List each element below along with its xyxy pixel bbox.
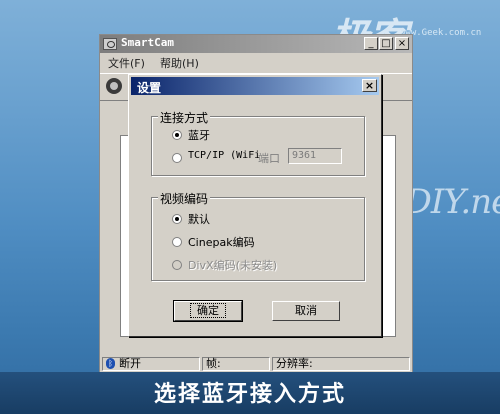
ok-button[interactable]: 确定 (173, 300, 243, 322)
radio-cinepak[interactable] (172, 237, 182, 247)
connection-group: 连接方式 蓝牙 TCP/IP (WiFi 端口 9361 (151, 109, 365, 176)
dialog-close-button[interactable]: × (362, 79, 377, 92)
connection-legend: 连接方式 (158, 109, 211, 126)
radio-cinepak-label[interactable]: Cinepak编码 (188, 234, 255, 250)
radio-bluetooth[interactable] (172, 130, 182, 140)
port-label: 端口 (258, 152, 280, 165)
menu-help[interactable]: 帮助(H) (160, 55, 199, 71)
status-bt-state: 断开 (119, 357, 141, 370)
status-bluetooth: ᛒ 断开 (102, 357, 200, 371)
codec-group: 视频编码 默认 Cinepak编码 DivX编码(未安装) (151, 190, 365, 281)
cancel-button[interactable]: 取消 (272, 301, 340, 321)
radio-bluetooth-label[interactable]: 蓝牙 (188, 127, 210, 143)
camera-lens-icon[interactable] (106, 78, 122, 94)
codec-legend: 视频编码 (158, 190, 211, 207)
status-frame: 帧: (202, 357, 270, 371)
menu-bar: 文件(F) 帮助(H) (100, 54, 412, 70)
radio-tcpip[interactable] (172, 153, 182, 163)
dialog-titlebar[interactable]: 设置 × (131, 77, 379, 95)
caption-text: 选择蓝牙接入方式 (153, 382, 346, 407)
radio-divx-label: DivX编码(未安装) (188, 259, 278, 272)
window-titlebar[interactable]: SmartCam _ □ × (100, 35, 412, 53)
radio-tcpip-label[interactable]: TCP/IP (WiFi (188, 150, 260, 161)
status-resolution: 分辨率: (272, 357, 410, 371)
radio-default[interactable] (172, 214, 182, 224)
status-bar: ᛒ 断开 帧: 分辨率: (100, 356, 412, 373)
dialog-title: 设置 (137, 81, 162, 95)
window-title: SmartCam (121, 36, 174, 49)
maximize-button[interactable]: □ (379, 37, 393, 50)
app-icon (103, 38, 117, 50)
menu-file[interactable]: 文件(F) (108, 55, 145, 71)
radio-divx (172, 260, 182, 270)
settings-dialog: 设置 × 连接方式 蓝牙 TCP/IP (WiFi 端口 9361 视频编码 默… (128, 74, 382, 337)
radio-default-label[interactable]: 默认 (188, 211, 210, 227)
close-button[interactable]: × (395, 37, 409, 50)
minimize-button[interactable]: _ (364, 37, 378, 50)
ok-button-label: 确定 (190, 303, 226, 318)
bluetooth-icon: ᛒ (106, 358, 115, 369)
port-input[interactable]: 9361 (288, 148, 342, 164)
